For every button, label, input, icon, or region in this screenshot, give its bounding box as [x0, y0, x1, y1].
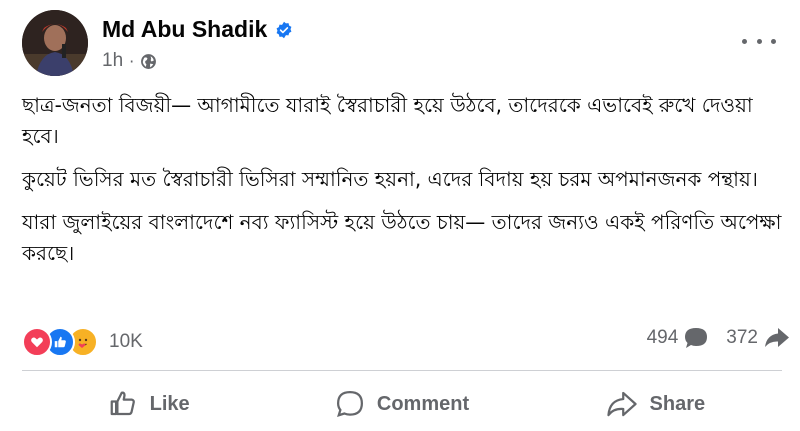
thumbs-up-icon	[110, 391, 135, 416]
reaction-summary[interactable]: 10K	[22, 327, 143, 357]
post-header: Md Abu Shadik 1h ·	[22, 10, 782, 78]
more-options-icon[interactable]	[742, 30, 776, 52]
post-text: ছাত্র-জনতা বিজয়ী— আগামীতে যারাই স্বৈরাচ…	[22, 90, 782, 281]
globe-icon[interactable]	[140, 53, 157, 70]
share-label: Share	[649, 392, 706, 415]
like-label: Like	[149, 392, 190, 415]
comment-button[interactable]: Comment	[275, 382, 528, 426]
more-dot	[756, 38, 762, 44]
comment-icon	[336, 390, 363, 417]
verified-badge-icon	[276, 21, 292, 38]
meta-separator: ·	[129, 51, 135, 71]
post-time[interactable]: 1h	[102, 50, 123, 72]
share-icon	[606, 391, 637, 417]
more-dot	[771, 38, 776, 44]
share-arrow-icon	[765, 328, 789, 347]
love-reaction-icon	[22, 327, 52, 357]
engagement-stats: 10K 494 372	[22, 323, 792, 359]
share-count[interactable]: 372	[726, 327, 790, 349]
comment-count[interactable]: 494	[647, 327, 709, 349]
action-bar: Like Comment Share	[22, 382, 782, 426]
author-name[interactable]: Md Abu Shadik	[102, 16, 267, 43]
post-paragraph: কুয়েট ভিসির মত স্বৈরাচারী ভিসিরা সম্মান…	[22, 167, 758, 191]
comment-label: Comment	[376, 392, 470, 415]
post-paragraph: যারা জুলাইয়ের বাংলাদেশে নব্য ফ্যাসিস্ট …	[22, 210, 782, 265]
comment-bubble-icon	[685, 328, 708, 348]
share-button[interactable]: Share	[529, 382, 782, 426]
like-button[interactable]: Like	[22, 382, 275, 426]
avatar[interactable]	[22, 10, 88, 76]
post-paragraph: ছাত্র-জনতা বিজয়ী— আগামীতে যারাই স্বৈরাচ…	[22, 93, 753, 148]
share-count-value: 372	[726, 327, 758, 348]
reaction-count: 10K	[109, 331, 143, 352]
comment-count-value: 494	[646, 327, 679, 348]
more-dot	[742, 38, 747, 44]
divider	[22, 370, 782, 371]
